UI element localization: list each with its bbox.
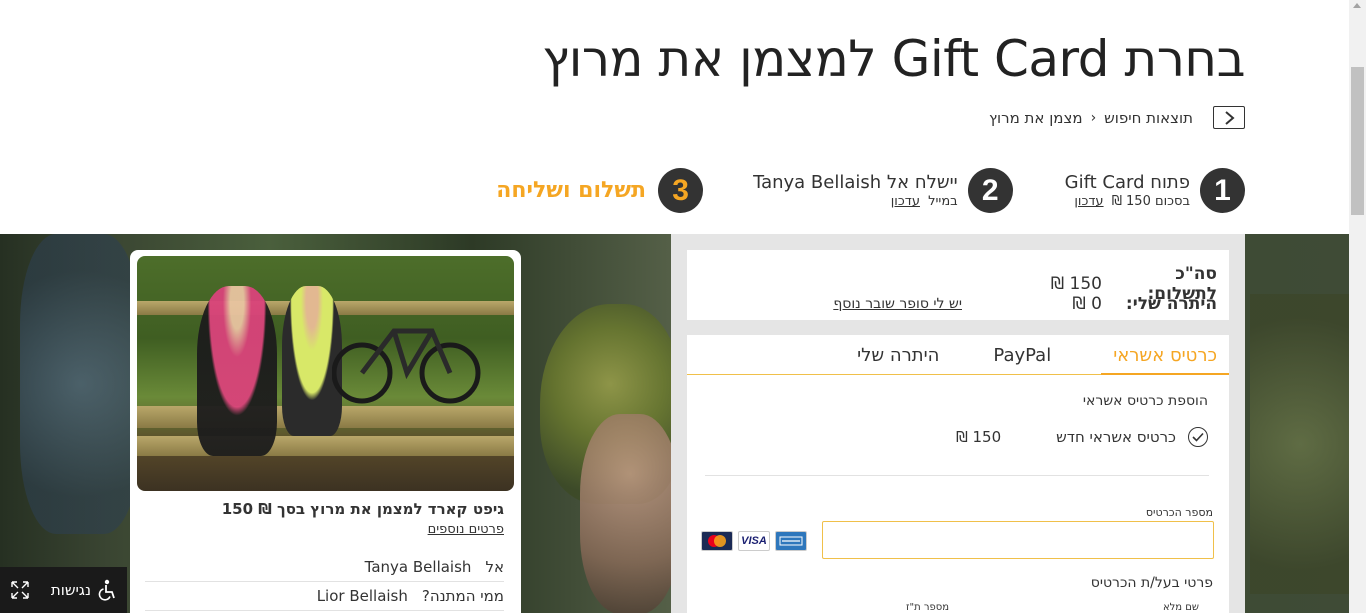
divider — [705, 475, 1209, 476]
to-value: Tanya Bellaish — [364, 557, 472, 576]
page-title: בחרת Gift Card למצמן את מרוץ — [542, 30, 1245, 88]
step-subtitle: בסכום 150 ₪ — [1111, 194, 1190, 209]
tab-paypal[interactable]: PayPal — [981, 341, 1063, 375]
more-details-link[interactable]: פרטים נוספים — [428, 522, 504, 537]
expand-icon[interactable] — [10, 580, 30, 600]
breadcrumb-item-search-results[interactable]: תוצאות חיפוש — [1104, 109, 1193, 127]
checkout-steps: 1 פתוח Gift Card בסכום 150 ₪ עדכון 2 ייש… — [496, 168, 1245, 213]
step-number: 1 — [1200, 168, 1245, 213]
card-number-label: מספר הכרטיס — [1145, 506, 1213, 519]
gift-sender-row: ממי המתנה? Lior Bellaish — [145, 581, 504, 611]
step-number: 2 — [967, 168, 1013, 213]
wheelchair-icon — [98, 579, 115, 601]
tab-my-balance[interactable]: היתרה שלי — [845, 341, 951, 375]
gift-card-preview: גיפט קארד למצמן את מרוץ בסך ₪ 150 פרטים … — [130, 250, 521, 613]
scroll-up-icon[interactable] — [1353, 3, 1361, 8]
chevron-left-icon: ‹ — [1090, 109, 1097, 126]
edit-recipient-link[interactable]: עדכון — [891, 194, 920, 209]
full-name-label: שם מלא — [1162, 602, 1199, 613]
super-voucher-link[interactable]: יש לי סופר שובר נוסף — [833, 296, 962, 312]
new-card-option[interactable]: כרטיס אשראי חדש 150 ₪ — [956, 427, 1208, 447]
step-subtitle: במייל — [928, 194, 958, 209]
accessibility-label: נגישות — [50, 581, 91, 599]
edit-amount-link[interactable]: עדכון — [1074, 194, 1103, 209]
step-title: יישלח אל Tanya Bellaish — [753, 172, 958, 193]
gift-card-photo — [137, 256, 514, 491]
visa-icon: VISA — [738, 531, 770, 551]
scroll-thumb[interactable] — [1351, 67, 1364, 215]
step-title: פתוח Gift Card — [1064, 172, 1190, 193]
page-scrollbar[interactable] — [1349, 0, 1366, 613]
new-card-amount: 150 ₪ — [955, 428, 1002, 446]
gift-recipient-row: אל Tanya Bellaish — [145, 552, 504, 582]
to-label: אל — [485, 557, 504, 576]
balance-label: היתרה שלי: — [1125, 294, 1217, 314]
totals-box: סה"כ לתשלום: 150 ₪ היתרה שלי: 0 ₪ יש לי … — [687, 250, 1229, 320]
payment-panel: סה"כ לתשלום: 150 ₪ היתרה שלי: 0 ₪ יש לי … — [671, 234, 1245, 613]
bicycle-icon — [332, 328, 481, 404]
new-card-label: כרטיס אשראי חדש — [1056, 428, 1176, 446]
tab-credit-card[interactable]: כרטיס אשראי — [1101, 341, 1229, 375]
step-title: תשלום ושליחה — [496, 178, 647, 203]
step-recipient: 2 יישלח אל Tanya Bellaish במייל עדכון — [753, 168, 1013, 213]
step-gift-card: 1 פתוח Gift Card בסכום 150 ₪ עדכון — [1065, 168, 1245, 213]
back-button[interactable] — [1213, 106, 1245, 129]
chevron-right-icon — [1225, 110, 1235, 125]
card-logos: VISA — [701, 531, 807, 551]
mastercard-icon — [701, 531, 733, 551]
add-card-label: הוספת כרטיס אשראי — [1082, 393, 1208, 409]
check-circle-icon[interactable] — [1188, 427, 1208, 447]
balance-value: 0 ₪ — [1072, 294, 1102, 314]
payment-methods-box: כרטיס אשראי PayPal היתרה שלי הוספת כרטיס… — [687, 335, 1229, 613]
breadcrumb-item-current[interactable]: מצמן את מרוץ — [989, 109, 1083, 127]
payment-tabs: כרטיס אשראי PayPal היתרה שלי — [687, 341, 1229, 375]
id-number-label: מספר ת"ז — [906, 602, 949, 613]
gift-card-title: גיפט קארד למצמן את מרוץ בסך ₪ 150 — [221, 500, 504, 518]
from-label: ממי המתנה? — [421, 586, 504, 605]
from-value: Lior Bellaish — [316, 586, 408, 605]
card-number-input[interactable] — [822, 521, 1214, 559]
amex-icon — [775, 531, 807, 551]
accessibility-button[interactable]: נגישות — [0, 567, 127, 613]
breadcrumb: תוצאות חיפוש ‹ מצמן את מרוץ — [989, 106, 1245, 129]
card-holder-title: פרטי בעל/ת הכרטיס — [1090, 575, 1213, 591]
step-number: 3 — [658, 168, 704, 213]
total-value: 150 ₪ — [1050, 274, 1102, 294]
step-payment: 3 תשלום ושליחה — [496, 168, 704, 213]
